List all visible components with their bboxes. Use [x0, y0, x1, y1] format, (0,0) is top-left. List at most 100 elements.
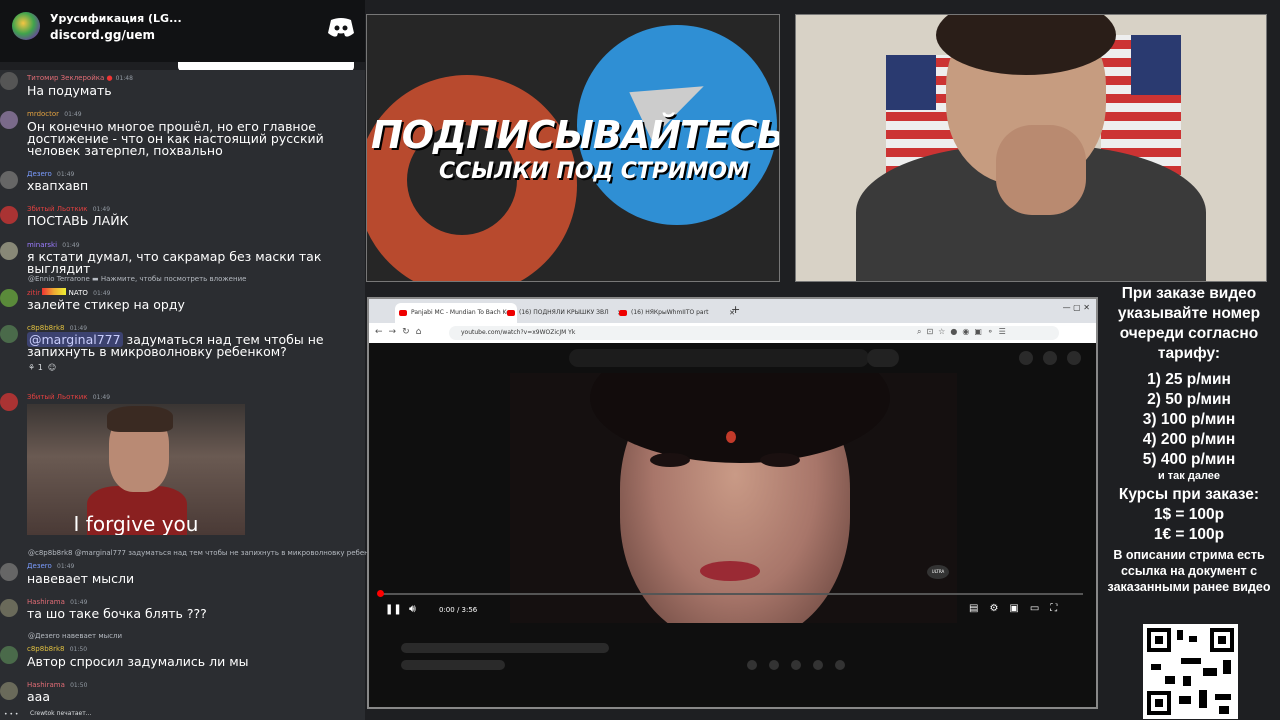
author-name[interactable]: minarski 01:49 — [27, 241, 80, 249]
avatar — [0, 111, 18, 129]
author-name[interactable]: Збитый Льоткик 01:49 — [27, 205, 110, 213]
message-text: хвапхавп — [27, 178, 89, 193]
reply-preview[interactable]: @c8p8b8rk8 @marginal777 задуматься над т… — [28, 549, 386, 557]
browser-window: Panjabi MC - Mundian To Bach Ke✕ (16) ПО… — [367, 297, 1098, 709]
tab-strip: Panjabi MC - Mundian To Bach Ke✕ (16) ПО… — [369, 299, 1096, 323]
tab[interactable]: (16) НЯКрыWhmIITO part ✕ — [615, 303, 739, 323]
new-tab-button[interactable]: + — [731, 303, 740, 316]
tariff-etc: и так далее — [1157, 470, 1221, 482]
progress-scrubber[interactable] — [377, 590, 384, 597]
message-text: та шо таке бочка блять ??? — [27, 606, 207, 621]
author-name[interactable]: mrdoctor 01:49 — [27, 110, 82, 118]
timestamp: 01:50 — [70, 682, 88, 689]
author-name[interactable]: Дезеro 01:49 — [27, 170, 74, 178]
server-invite-link[interactable]: discord.gg/uem — [50, 28, 155, 42]
message-text: Он конечно многое прошёл, но его главное… — [27, 119, 324, 158]
extension-icons[interactable]: ⌕⊡☆●◉▣⚬☰ — [917, 327, 1011, 337]
timestamp: 01:49 — [69, 325, 88, 332]
tariff-2: 2) 50 р/мин — [1147, 391, 1231, 408]
timestamp: 01:49 — [92, 394, 111, 401]
address-bar-row: ←→↻⌂ youtube.com/watch?v=x9WOZicJM Yk ⌕⊡… — [369, 323, 1096, 343]
timestamp: 01:49 — [57, 563, 75, 570]
window-controls[interactable]: — ▢ ✕ — [1063, 303, 1090, 312]
tab-active[interactable]: Panjabi MC - Mundian To Bach Ke✕ — [395, 303, 517, 323]
streamer-hand — [996, 125, 1086, 215]
discord-widget-header: Урусификация (LG... discord.gg/uem — [0, 0, 365, 62]
timestamp: 01:49 — [57, 171, 75, 178]
rates-heading: Курсы при заказе: — [1118, 486, 1260, 503]
author-name[interactable]: Дезеro 01:49 — [27, 562, 74, 570]
header-icon[interactable] — [1043, 351, 1057, 365]
reply-preview[interactable]: @Дезеro навевает мысли — [28, 632, 122, 640]
timestamp: 01:49 — [64, 111, 82, 118]
avatar — [0, 171, 18, 189]
qr-code — [1143, 624, 1238, 719]
header-icon[interactable] — [1019, 351, 1033, 365]
nav-buttons[interactable]: ←→↻⌂ — [375, 327, 427, 337]
video-frame[interactable] — [510, 373, 957, 623]
avatar — [0, 646, 18, 664]
reply-preview[interactable]: @Ennio Terrarone ▬ Нажмите, чтобы посмот… — [28, 275, 246, 283]
gif-figure-hair — [107, 406, 173, 432]
avatar — [0, 599, 18, 617]
pause-icon[interactable]: ❚❚ — [385, 604, 402, 615]
author-name[interactable]: zitir NATO 01:49 — [27, 288, 110, 297]
avatar — [0, 206, 18, 224]
message-text: залейте стикер на орду — [27, 297, 185, 312]
placeholder-line — [401, 660, 505, 670]
subscribe-banner: ПОДПИСЫВАЙТЕСЬ ССЫЛКИ ПОД СТРИМОМ — [366, 14, 780, 282]
gif-attachment[interactable]: I forgive you — [27, 404, 245, 535]
volume-icon[interactable]: 🔊︎ — [409, 602, 416, 616]
message-text: ПОСТАВЬ ЛАЙК — [27, 213, 129, 228]
author-name[interactable]: Титомир Зеклеройка ● 01:48 — [27, 74, 133, 82]
reaction-badge[interactable]: ⚘ 1 ☺ — [28, 363, 56, 372]
order-heading: При заказе видео указывайте номер очеред… — [1117, 285, 1261, 362]
author-name[interactable]: c8p8b8rk8 01:50 — [27, 645, 87, 653]
time-display: 0:00 / 3:56 — [439, 606, 478, 614]
author-name[interactable]: c8p8b8rk8 01:49 — [27, 324, 87, 332]
youtube-icon — [399, 310, 407, 316]
video-watermark: ULTRA — [927, 565, 949, 579]
rate-usd: 1$ = 100р — [1153, 506, 1225, 523]
message-text: ааа — [27, 689, 50, 704]
avatar — [0, 242, 18, 260]
message-text: На подумать — [27, 83, 112, 98]
tariff-1: 1) 25 р/мин — [1147, 371, 1231, 388]
webcam-feed — [795, 14, 1267, 282]
timestamp: 01:48 — [115, 75, 133, 82]
header-icon[interactable] — [1067, 351, 1081, 365]
author-name[interactable]: Hashirama 01:49 — [27, 598, 87, 606]
progress-bar[interactable] — [379, 593, 1083, 595]
avatar — [0, 393, 18, 411]
server-logo-icon — [12, 12, 40, 40]
search-button[interactable] — [867, 349, 899, 367]
order-info-panel: При заказе видео указывайте номер очеред… — [1098, 284, 1280, 595]
author-name[interactable]: Збитый Льоткик 01:49 — [27, 393, 110, 401]
discord-icon — [328, 18, 354, 37]
timestamp: 01:50 — [69, 646, 88, 653]
timestamp: 01:49 — [70, 599, 88, 606]
placeholder-line — [401, 643, 609, 653]
timestamp: 01:49 — [62, 242, 80, 249]
server-name: Урусификация (LG... — [50, 12, 182, 25]
youtube-icon — [507, 310, 515, 316]
player-controls-right[interactable]: ▤⚙▣▭⛶ — [969, 603, 1068, 614]
rate-eur: 1€ = 100р — [1153, 526, 1225, 543]
banner-title: ПОДПИСЫВАЙТЕСЬ — [371, 113, 780, 157]
typing-indicator: Crewtok печатает... — [30, 710, 92, 717]
message-text: @marginal777 задуматься над тем чтобы не… — [27, 332, 324, 359]
description-note: В описании стрима есть ссылка на докумен… — [1107, 548, 1271, 594]
avatar — [0, 72, 18, 90]
youtube-search-bar[interactable] — [569, 349, 869, 367]
message-text: навевает мысли — [27, 571, 135, 586]
avatar — [0, 289, 18, 307]
timestamp: 01:49 — [93, 290, 111, 297]
tariff-3: 3) 100 р/мин — [1142, 411, 1236, 428]
tab[interactable]: (16) ПОДНЯЛИ КРЫШКУ ЗВЛ✕ — [503, 303, 627, 323]
author-name[interactable]: Hashirama 01:50 — [27, 681, 87, 689]
message-text: я кстати думал, что сакрамар без маски т… — [27, 249, 322, 276]
youtube-icon — [619, 310, 627, 316]
tariff-4: 4) 200 р/мин — [1142, 431, 1236, 448]
banner-subtitle: ССЫЛКИ ПОД СТРИМОМ — [439, 159, 749, 184]
avatar — [0, 325, 18, 343]
